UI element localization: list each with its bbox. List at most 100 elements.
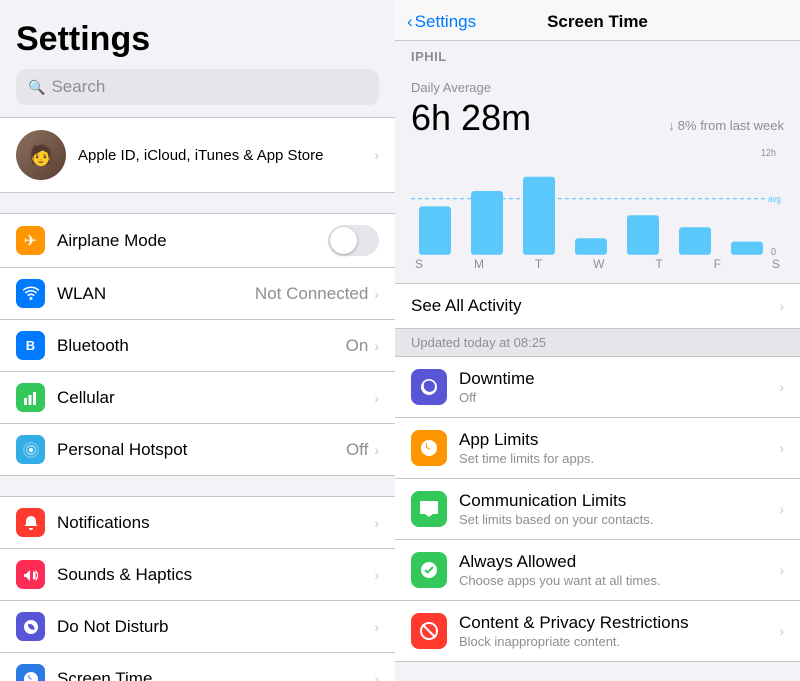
settings-row-notifications[interactable]: Notifications › [0,497,395,549]
apple-id-label: Apple ID, iCloud, iTunes & App Store [78,147,374,164]
daily-avg-value: 6h 28m [411,97,531,139]
settings-row-sounds[interactable]: Sounds & Haptics › [0,549,395,601]
downtime-title: Downtime [459,369,779,389]
pct-change: ↓ 8% from last week [668,118,784,133]
chart-svg: 12h 0 avg [411,147,784,257]
back-label: Settings [415,12,476,32]
nav-title: Screen Time [547,12,648,32]
app-limits-subtitle: Set time limits for apps. [459,451,779,466]
airplane-label: Airplane Mode [57,231,328,251]
chevron-right-icon: › [374,671,379,681]
feature-row-comm-limits[interactable]: Communication Limits Set limits based on… [395,479,800,540]
donotdisturb-label: Do Not Disturb [57,617,374,637]
settings-row-cellular[interactable]: Cellular › [0,372,395,424]
settings-group-1: ✈ Airplane Mode WLAN Not Connected › B B… [0,213,395,476]
downtime-icon [411,369,447,405]
notifications-icon [16,508,45,537]
day-label: T [655,257,662,271]
nav-bar: ‹ Settings Screen Time [395,0,800,41]
chevron-right-icon: › [374,338,379,354]
down-arrow-icon: ↓ [668,118,675,133]
update-info: Updated today at 08:25 [395,329,800,356]
wlan-value: Not Connected [255,284,368,304]
content-privacy-icon [411,613,447,649]
search-bar[interactable]: 🔍 Search [16,69,379,105]
settings-group-2: Notifications › Sounds & Haptics › Do No… [0,496,395,681]
day-label: M [474,257,484,271]
settings-title: Settings [0,0,395,69]
feature-row-content-privacy[interactable]: Content & Privacy Restrictions Block ina… [395,601,800,661]
chevron-right-icon: › [779,623,784,639]
hotspot-icon [16,435,45,464]
downtime-text: Downtime Off [459,369,779,405]
see-all-label: See All Activity [411,296,779,316]
chevron-left-icon: ‹ [407,12,413,32]
hotspot-label: Personal Hotspot [57,440,346,460]
always-allowed-title: Always Allowed [459,552,779,572]
content-privacy-title: Content & Privacy Restrictions [459,613,779,633]
chevron-right-icon: › [779,440,784,456]
donotdisturb-icon [16,612,45,641]
bluetooth-label: Bluetooth [57,336,346,356]
bluetooth-value: On [346,336,369,356]
always-allowed-subtitle: Choose apps you want at all times. [459,573,779,588]
avatar: 🧑 [16,130,66,180]
search-placeholder: Search [51,77,105,97]
day-label: S [415,257,423,271]
chevron-right-icon: › [374,147,379,163]
left-panel: Settings 🔍 Search 🧑 Apple ID, iCloud, iT… [0,0,395,681]
sounds-label: Sounds & Haptics [57,565,374,585]
passcode-link[interactable]: Change Screen Time Passcode [395,662,800,681]
daily-avg-section: Daily Average 6h 28m ↓ 8% from last week [395,68,800,147]
screentime-icon [16,664,45,681]
airplane-icon: ✈ [16,226,45,255]
settings-row-bluetooth[interactable]: B Bluetooth On › [0,320,395,372]
bluetooth-icon: B [16,331,45,360]
chart-days: S M T W T F S [411,257,784,271]
settings-row-donotdisturb[interactable]: Do Not Disturb › [0,601,395,653]
svg-text:0: 0 [771,246,776,257]
comm-limits-subtitle: Set limits based on your contacts. [459,512,779,527]
comm-limits-title: Communication Limits [459,491,779,511]
airplane-toggle[interactable] [328,225,379,256]
section-label: IPHIL [395,41,800,68]
downtime-subtitle: Off [459,390,779,405]
chart-area: 12h 0 avg [395,147,800,279]
feature-row-downtime[interactable]: Downtime Off › [395,357,800,418]
screentime-label: Screen Time [57,669,374,681]
svg-text:avg: avg [768,194,781,204]
search-icon: 🔍 [28,79,45,96]
wlan-label: WLAN [57,284,255,304]
chevron-right-icon: › [779,562,784,578]
content-privacy-subtitle: Block inappropriate content. [459,634,779,649]
toggle-knob [330,227,357,254]
cellular-icon [16,383,45,412]
feature-row-always-allowed[interactable]: Always Allowed Choose apps you want at a… [395,540,800,601]
settings-row-wlan[interactable]: WLAN Not Connected › [0,268,395,320]
chevron-right-icon: › [374,619,379,635]
wlan-icon [16,279,45,308]
daily-avg-label: Daily Average [411,80,784,95]
hotspot-value: Off [346,440,368,460]
always-allowed-icon [411,552,447,588]
apple-id-row[interactable]: 🧑 Apple ID, iCloud, iTunes & App Store › [0,117,395,193]
back-button[interactable]: ‹ Settings [407,12,476,32]
chevron-right-icon: › [779,298,784,314]
feature-row-app-limits[interactable]: App Limits Set time limits for apps. › [395,418,800,479]
settings-row-hotspot[interactable]: Personal Hotspot Off › [0,424,395,475]
see-all-row[interactable]: See All Activity › [395,283,800,329]
settings-row-screentime[interactable]: Screen Time › [0,653,395,681]
always-allowed-text: Always Allowed Choose apps you want at a… [459,552,779,588]
app-limits-title: App Limits [459,430,779,450]
day-label: W [593,257,604,271]
chevron-right-icon: › [374,567,379,583]
comm-limits-text: Communication Limits Set limits based on… [459,491,779,527]
settings-row-airplane[interactable]: ✈ Airplane Mode [0,214,395,268]
comm-limits-icon [411,491,447,527]
app-limits-icon [411,430,447,466]
cellular-label: Cellular [57,388,374,408]
chevron-right-icon: › [779,379,784,395]
sounds-icon [16,560,45,589]
right-panel: ‹ Settings Screen Time IPHIL Daily Avera… [395,0,800,681]
chevron-right-icon: › [374,515,379,531]
